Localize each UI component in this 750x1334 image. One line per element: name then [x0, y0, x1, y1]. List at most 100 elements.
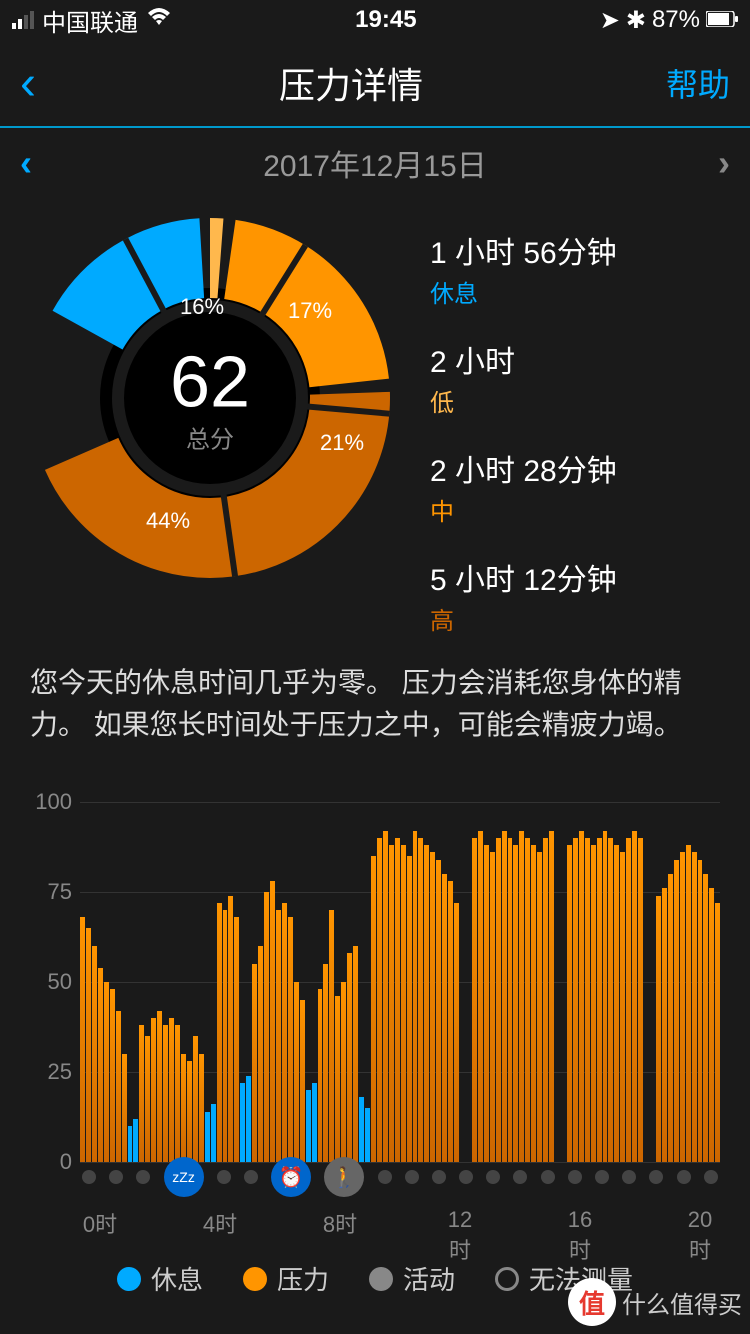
wifi-icon — [146, 6, 172, 34]
stress-bar — [709, 888, 714, 1162]
x-label: 20时 — [680, 1207, 720, 1265]
prev-day-button[interactable]: ‹ — [20, 142, 32, 184]
stress-bar — [395, 838, 400, 1162]
legend-time: 2 小时 28分钟 — [430, 446, 617, 490]
legend-time: 1 小时 56分钟 — [430, 228, 617, 272]
stress-bar — [513, 845, 518, 1162]
x-label: 8时 — [320, 1207, 360, 1265]
next-day-button[interactable]: › — [718, 142, 730, 184]
stress-bar — [626, 838, 631, 1162]
stress-bar — [175, 1025, 180, 1162]
legend-item: 5 小时 12分钟 高 — [430, 555, 617, 636]
donut-segment-pct: 16% — [180, 294, 224, 320]
stress-bar — [401, 845, 406, 1162]
stress-bar — [549, 831, 554, 1162]
stress-bar — [567, 845, 572, 1162]
stress-bar — [698, 860, 703, 1162]
stress-bar — [680, 852, 685, 1162]
description-text: 您今天的休息时间几乎为零。 压力会消耗您身体的精力。 如果您长时间处于压力之中，… — [0, 646, 750, 762]
y-tick: 100 — [35, 789, 72, 815]
stress-bar — [116, 1011, 121, 1162]
stress-bar — [389, 845, 394, 1162]
stress-bar — [92, 946, 97, 1162]
stress-bar — [454, 903, 459, 1162]
stress-bar — [638, 838, 643, 1162]
stress-bar — [377, 838, 382, 1162]
bars — [80, 802, 720, 1162]
rest-bar — [133, 1119, 138, 1162]
donut-segment-pct: 21% — [320, 430, 364, 456]
legend-time: 5 小时 12分钟 — [430, 555, 617, 599]
stress-bar — [585, 838, 590, 1162]
stress-bar — [193, 1036, 198, 1162]
stress-bar — [484, 845, 489, 1162]
donut-chart: 62 总分 16%17%21%44% — [30, 218, 390, 578]
legend-dot-icon — [117, 1267, 141, 1291]
stress-bar — [478, 831, 483, 1162]
help-button[interactable]: 帮助 — [666, 60, 730, 106]
y-axis: 0255075100 — [30, 802, 80, 1162]
x-label: 0时 — [80, 1207, 120, 1265]
chart-legend-item: 压力 — [243, 1260, 329, 1297]
legend-text: 活动 — [403, 1260, 455, 1297]
stress-bar — [187, 1061, 192, 1162]
stress-bar — [234, 917, 239, 1162]
stress-bar — [157, 1011, 162, 1162]
stress-bar — [537, 852, 542, 1162]
stress-bar — [614, 845, 619, 1162]
rest-bar — [306, 1090, 311, 1162]
stress-bar — [519, 831, 524, 1162]
stress-bar — [490, 852, 495, 1162]
stress-bar — [318, 989, 323, 1162]
stress-bar — [122, 1054, 127, 1162]
stress-bar — [436, 860, 441, 1162]
stress-bar — [424, 845, 429, 1162]
stress-bar — [448, 881, 453, 1162]
legend-label: 高 — [430, 601, 617, 636]
x-axis: zZz⏰🚶 0时4时8时12时16时20时 — [80, 1170, 720, 1240]
stress-bar — [341, 982, 346, 1162]
stress-bar — [692, 852, 697, 1162]
donut-segment-pct: 17% — [288, 298, 332, 324]
stress-bar — [418, 838, 423, 1162]
legend-dot-icon — [243, 1267, 267, 1291]
stress-bar — [472, 838, 477, 1162]
y-tick: 50 — [48, 969, 72, 995]
stress-bar — [608, 838, 613, 1162]
stress-bar — [597, 838, 602, 1162]
donut-section: 62 总分 16%17%21%44% 1 小时 56分钟 休息2 小时 低2 小… — [0, 198, 750, 646]
stress-bar — [163, 1025, 168, 1162]
x-dot — [649, 1170, 663, 1184]
legend-label: 低 — [430, 383, 617, 418]
page-title: 压力详情 — [36, 57, 666, 109]
stress-bar — [496, 838, 501, 1162]
stress-bar — [620, 852, 625, 1162]
status-left: 中国联通 — [12, 3, 172, 38]
stress-bar — [407, 856, 412, 1162]
rest-bar — [246, 1076, 251, 1162]
stress-bar — [703, 874, 708, 1162]
stress-bar — [98, 968, 103, 1162]
bluetooth-icon: ✱ — [626, 6, 646, 35]
stress-bar — [145, 1036, 150, 1162]
stress-bar — [258, 946, 263, 1162]
status-time: 19:45 — [355, 6, 416, 34]
carrier-label: 中国联通 — [42, 3, 138, 38]
stress-bar — [579, 831, 584, 1162]
stress-bar — [80, 917, 85, 1162]
stress-bar — [181, 1054, 186, 1162]
stress-bar — [264, 892, 269, 1162]
legend-ring-icon — [495, 1267, 519, 1291]
stress-bar — [217, 903, 222, 1162]
stress-bar — [270, 881, 275, 1162]
stress-bar — [371, 856, 376, 1162]
back-button[interactable]: ‹ — [20, 56, 36, 111]
stress-bar — [413, 831, 418, 1162]
legend-text: 压力 — [277, 1260, 329, 1297]
rest-bar — [205, 1112, 210, 1162]
stress-bar — [104, 982, 109, 1162]
stress-bar — [276, 910, 281, 1162]
chart-legend-item: 活动 — [369, 1260, 455, 1297]
total-score: 62 — [170, 342, 250, 424]
x-dot — [513, 1170, 527, 1184]
